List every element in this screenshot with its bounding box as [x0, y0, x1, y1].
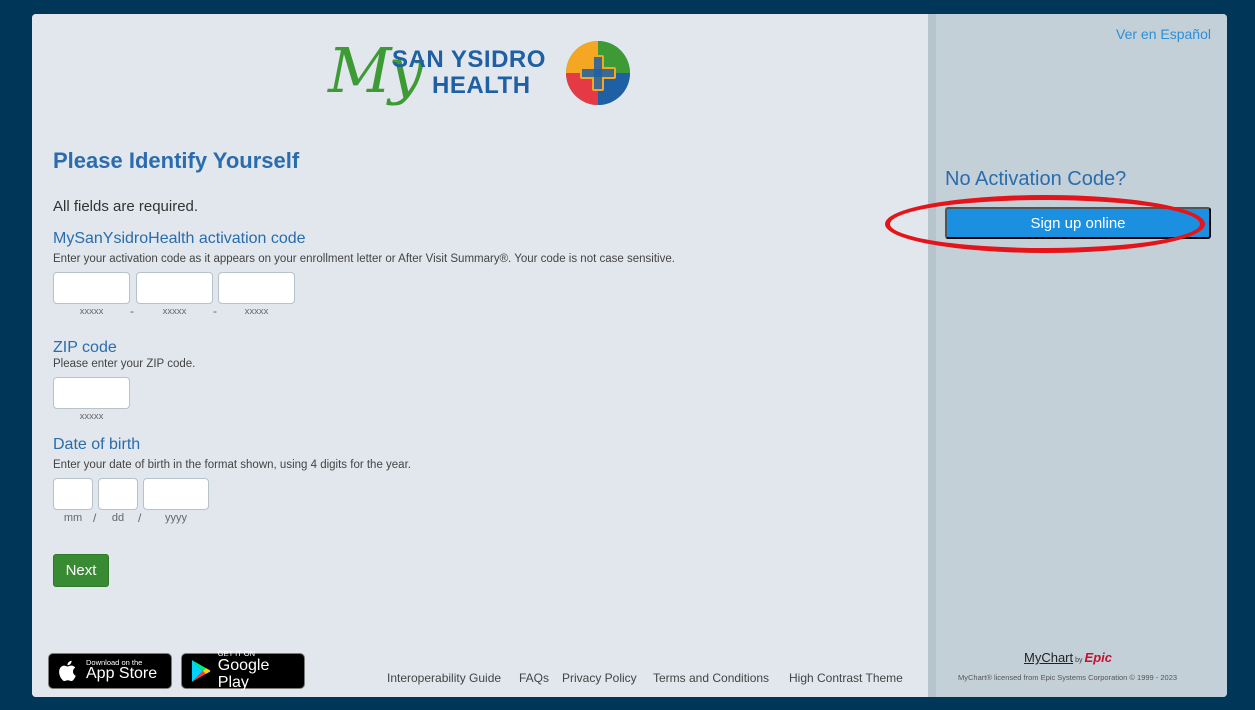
- main-panel: My SAN YSIDRO HEALTH Please Identify You…: [32, 14, 928, 697]
- google-play-big-text: Google Play: [217, 656, 270, 691]
- dob-separator-2: /: [138, 511, 142, 525]
- dob-year-placeholder: yyyy: [165, 512, 187, 524]
- google-play-badge[interactable]: GET IT ON Google Play: [181, 650, 305, 691]
- google-play-icon: [191, 660, 211, 682]
- activation-part2-placeholder: xxxxx: [162, 306, 187, 317]
- next-button[interactable]: Next: [53, 554, 109, 587]
- activation-part1-placeholder: xxxxx: [79, 306, 104, 317]
- zip-code-input[interactable]: [53, 377, 130, 409]
- app-store-badge[interactable]: Download on the App Store: [48, 653, 172, 689]
- page-title: Please Identify Yourself: [53, 148, 300, 173]
- mychart-by-text: by: [1075, 657, 1083, 664]
- zip-code-label: ZIP code: [53, 339, 117, 356]
- activation-separator-1: -: [130, 304, 134, 318]
- activation-part3-placeholder: xxxxx: [244, 306, 269, 317]
- activation-separator-2: -: [213, 304, 217, 318]
- dob-month-input[interactable]: [53, 478, 93, 510]
- dob-hint: Enter your date of birth in the format s…: [53, 459, 411, 471]
- activation-code-part2-input[interactable]: [136, 272, 213, 304]
- footer-interoperability-guide-link[interactable]: Interoperability Guide: [387, 671, 501, 685]
- dob-label: Date of birth: [53, 436, 141, 453]
- activation-code-part3-input[interactable]: [218, 272, 295, 304]
- epic-wordmark: Epic: [1084, 650, 1112, 665]
- dob-year-input[interactable]: [143, 478, 209, 510]
- login-card: My SAN YSIDRO HEALTH Please Identify You…: [32, 14, 1227, 697]
- language-toggle-link[interactable]: Ver en Español: [1116, 26, 1211, 42]
- footer-terms-link[interactable]: Terms and Conditions: [653, 671, 769, 685]
- dob-day-placeholder: dd: [111, 512, 125, 524]
- footer-high-contrast-link[interactable]: High Contrast Theme: [789, 671, 903, 685]
- activation-code-label: MySanYsidroHealth activation code: [53, 230, 306, 247]
- dob-separator-1: /: [93, 511, 97, 525]
- brand-logo: My SAN YSIDRO HEALTH: [328, 26, 638, 126]
- dob-day-input[interactable]: [98, 478, 138, 510]
- footer-privacy-policy-link[interactable]: Privacy Policy: [562, 671, 637, 685]
- zip-code-placeholder: xxxxx: [79, 411, 104, 422]
- copyright-text: MyChart® licensed from Epic Systems Corp…: [958, 673, 1178, 682]
- activation-code-part1-input[interactable]: [53, 272, 130, 304]
- dob-month-placeholder: mm: [63, 512, 83, 524]
- activation-code-hint: Enter your activation code as it appears…: [53, 253, 675, 265]
- sign-up-highlight-annotation: [885, 195, 1205, 253]
- mychart-by-epic-logo: MyChart by Epic: [1024, 650, 1134, 665]
- zip-code-hint: Please enter your ZIP code.: [53, 358, 196, 370]
- footer-faqs-link[interactable]: FAQs: [519, 671, 549, 685]
- app-store-big-text: App Store: [86, 665, 158, 683]
- required-note: All fields are required.: [53, 198, 199, 215]
- apple-icon: [59, 660, 76, 682]
- logo-line1: SAN YSIDRO: [392, 46, 546, 73]
- mychart-wordmark: MyChart: [1024, 650, 1074, 665]
- logo-line2: HEALTH: [432, 72, 531, 99]
- sidebar-panel: Ver en Español No Activation Code? Sign …: [928, 14, 1227, 697]
- health-cross-icon: [566, 41, 630, 105]
- no-activation-heading: No Activation Code?: [945, 168, 1127, 190]
